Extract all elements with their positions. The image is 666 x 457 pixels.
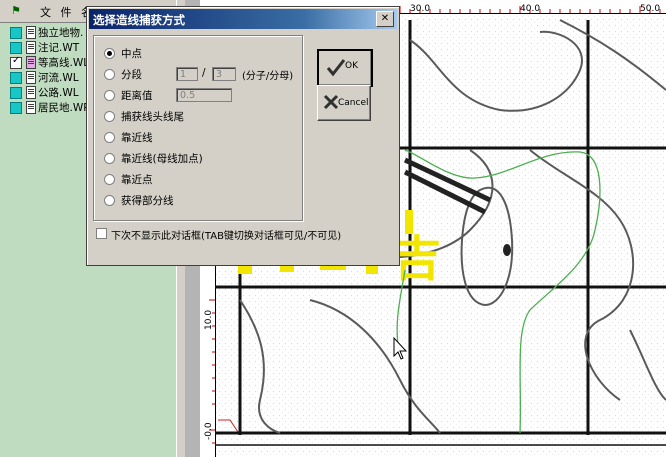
radio-icon-selected[interactable] bbox=[104, 48, 115, 59]
layer-label: 独立地物. bbox=[38, 27, 84, 39]
radio-icon[interactable] bbox=[104, 69, 115, 80]
pin-icon[interactable]: ⚑ bbox=[11, 4, 25, 17]
spot-height-mark bbox=[503, 244, 511, 256]
radio-icon[interactable] bbox=[104, 90, 115, 101]
cancel-label: Cancel bbox=[338, 98, 369, 108]
map-yellow-text: 吉 bbox=[393, 231, 441, 287]
layer-label: 公路.WL bbox=[38, 87, 79, 99]
numerator-field[interactable]: 1 bbox=[176, 67, 198, 81]
denominator-field[interactable]: 3 bbox=[212, 67, 236, 81]
option-label: 靠近点 bbox=[121, 174, 153, 186]
layer-label: 居民地.WP bbox=[38, 102, 90, 114]
checkmark-icon bbox=[326, 59, 346, 77]
layer-checkbox[interactable] bbox=[10, 102, 22, 114]
dont-show-checkbox[interactable] bbox=[96, 228, 107, 239]
file-icon bbox=[26, 101, 36, 114]
file-icon bbox=[26, 71, 36, 84]
layer-checkbox[interactable] bbox=[10, 27, 22, 39]
fraction-hint: (分子/分母) bbox=[242, 71, 294, 82]
cancel-button[interactable]: Cancel bbox=[317, 85, 371, 121]
option-label: 捕获线头线尾 bbox=[121, 111, 184, 123]
option-label: 分段 bbox=[121, 69, 142, 81]
radio-icon[interactable] bbox=[104, 195, 115, 206]
dont-show-label: 下次不显示此对话框(TAB键切换对话框可见/不可见) bbox=[111, 231, 342, 242]
ruler-label-0: -0.0 bbox=[204, 422, 214, 440]
radio-icon[interactable] bbox=[104, 153, 115, 164]
ok-button[interactable]: OK bbox=[317, 49, 373, 87]
option-label: 获得部分线 bbox=[121, 195, 174, 207]
close-button[interactable]: ✕ bbox=[376, 11, 394, 27]
option-label: 距离值 bbox=[121, 90, 153, 102]
dialog-title: 选择造线捕获方式 bbox=[93, 13, 185, 27]
radio-icon[interactable] bbox=[104, 132, 115, 143]
layer-checkbox[interactable] bbox=[10, 42, 22, 54]
ruler-label-30: 30.0 bbox=[410, 4, 430, 14]
layer-checkbox[interactable] bbox=[10, 55, 22, 69]
option-label: 靠近线 bbox=[121, 132, 153, 144]
option-label: 靠近线(母线加点) bbox=[121, 153, 203, 165]
ok-label: OK bbox=[345, 61, 358, 71]
distance-field[interactable]: 0.5 bbox=[176, 88, 232, 102]
file-icon bbox=[26, 86, 36, 99]
close-icon: ✕ bbox=[380, 13, 390, 24]
option-label: 中点 bbox=[121, 48, 142, 60]
file-icon bbox=[26, 26, 36, 39]
layer-label: 等高线.WL bbox=[38, 57, 90, 69]
layer-label: 注记.WT bbox=[38, 42, 80, 54]
ruler-label-10: 10.0 bbox=[204, 310, 214, 330]
dialog-titlebar[interactable]: 选择造线捕获方式 ✕ bbox=[89, 9, 397, 29]
file-icon bbox=[26, 41, 36, 54]
fraction-separator: / bbox=[202, 67, 206, 79]
ruler-label-50: 50.0 bbox=[640, 4, 660, 14]
edit-file-icon bbox=[26, 56, 36, 69]
radio-icon[interactable] bbox=[104, 111, 115, 122]
ruler-label-40: 40.0 bbox=[520, 4, 540, 14]
radio-icon[interactable] bbox=[104, 174, 115, 185]
layer-checkbox[interactable] bbox=[10, 72, 22, 84]
layer-label: 河流.WL bbox=[38, 72, 79, 84]
capture-mode-dialog: 选择造线捕获方式 ✕ 中点 分段 1 / 3 (分子/分母) 距离值 0.5 捕… bbox=[86, 6, 400, 266]
options-group: 中点 分段 1 / 3 (分子/分母) 距离值 0.5 捕获线头线尾 靠近线 靠… bbox=[93, 35, 303, 221]
layer-checkbox[interactable] bbox=[10, 87, 22, 99]
